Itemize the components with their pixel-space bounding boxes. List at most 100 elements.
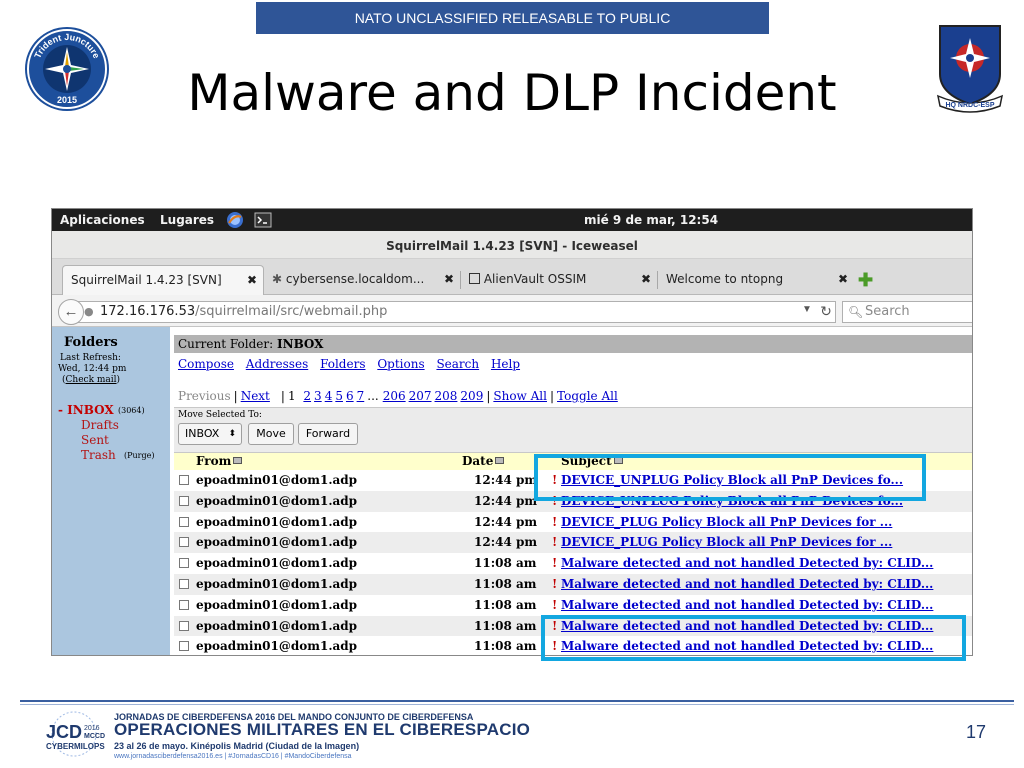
footer-event-dates: 23 al 26 de mayo. Kinépolis Madrid (Ciud… <box>114 741 360 751</box>
url-history-dropdown-icon[interactable]: ▼ <box>802 304 812 315</box>
row-checkbox[interactable] <box>179 495 189 506</box>
nrdc-esp-crest: HQ NRDC-ESP <box>936 25 1004 113</box>
folder-trash[interactable]: Trash <box>81 448 116 462</box>
folder-sent[interactable]: Sent <box>81 433 109 447</box>
pager-page[interactable]: 206 <box>383 389 406 403</box>
url-host: 172.16.176.53 <box>100 304 196 319</box>
forward-button[interactable]: Forward <box>298 423 358 445</box>
tab-alienvault[interactable]: AlienVault OSSIM ✖ <box>461 265 657 295</box>
table-row: epoadmin01@dom1.adp 12:44 pm ! DEVICE_PL… <box>174 532 972 554</box>
row-checkbox[interactable] <box>179 475 189 485</box>
pager-page[interactable]: 5 <box>335 389 343 403</box>
pager-ellipsis: ... <box>367 389 379 403</box>
nav-addresses[interactable]: Addresses <box>246 357 308 371</box>
reload-icon[interactable]: ↻ <box>816 301 836 323</box>
row-subject-link[interactable]: Malware detected and not handled Detecte… <box>561 556 933 570</box>
iceweasel-launcher-icon[interactable] <box>226 211 244 229</box>
priority-flag: ! <box>552 576 558 591</box>
tab-squirrelmail[interactable]: SquirrelMail 1.4.23 [SVN] ✖ <box>62 265 264 295</box>
window-title: SquirrelMail 1.4.23 [SVN] - Iceweasel <box>52 231 972 259</box>
col-date[interactable]: Date <box>462 453 505 470</box>
inbox-count: (3064) <box>118 406 145 415</box>
folders-sidebar: Folders Last Refresh: Wed, 12:44 pm (Che… <box>52 327 170 655</box>
url-bar[interactable]: ● 172.16.176.53/squirrelmail/src/webmail… <box>78 301 836 323</box>
folders-title: Folders <box>64 335 118 350</box>
new-tab-plus-icon[interactable]: ✚ <box>858 271 873 289</box>
row-date: 11:08 am <box>474 639 537 654</box>
pager-page[interactable]: 3 <box>314 389 322 403</box>
nav-options[interactable]: Options <box>377 357 424 371</box>
row-from: epoadmin01@dom1.adp <box>196 535 358 550</box>
pager-page[interactable]: 2 <box>303 389 311 403</box>
jcd-text: JCD <box>46 722 82 742</box>
highlight-box-malware <box>541 615 966 661</box>
row-checkbox[interactable] <box>179 558 189 569</box>
row-from: epoadmin01@dom1.adp <box>196 618 358 633</box>
col-date-label: Date <box>462 454 494 468</box>
system-clock[interactable]: mié 9 de mar, 12:54 <box>584 213 718 227</box>
row-date: 12:44 pm <box>474 514 538 529</box>
pager-next[interactable]: Next <box>241 389 270 403</box>
row-checkbox[interactable] <box>179 599 189 610</box>
jcd-mccd: MCCD <box>84 733 105 740</box>
check-mail-link[interactable]: Check mail <box>66 375 117 385</box>
tab-close-icon[interactable]: ✖ <box>838 265 848 293</box>
row-checkbox[interactable] <box>179 620 189 631</box>
row-subject-link[interactable]: Malware detected and not handled Detecte… <box>561 598 933 612</box>
row-from: epoadmin01@dom1.adp <box>196 556 358 571</box>
pager-page[interactable]: 207 <box>409 389 432 403</box>
slide-title: Malware and DLP Incident <box>187 64 837 122</box>
folder-inbox[interactable]: - INBOX <box>58 403 114 417</box>
footer-rule <box>20 700 1014 702</box>
pager-page[interactable]: 4 <box>325 389 333 403</box>
tab-close-icon[interactable]: ✖ <box>641 265 651 293</box>
row-date: 11:08 am <box>474 576 537 591</box>
nav-compose[interactable]: Compose <box>178 357 234 371</box>
priority-flag: ! <box>552 514 558 529</box>
row-subject-link[interactable]: Malware detected and not handled Detecte… <box>561 577 933 591</box>
last-refresh-label: Last Refresh: <box>60 353 121 363</box>
pager-page[interactable]: 209 <box>460 389 483 403</box>
sort-icon[interactable] <box>233 457 243 464</box>
terminal-launcher-icon[interactable] <box>254 211 272 229</box>
search-box[interactable]: 🔍︎ Search <box>842 301 972 323</box>
pager-page[interactable]: 208 <box>435 389 458 403</box>
row-date: 11:08 am <box>474 556 537 571</box>
move-button[interactable]: Move <box>248 423 294 445</box>
pager-page[interactable]: 7 <box>357 389 365 403</box>
nav-folders[interactable]: Folders <box>320 357 365 371</box>
back-button[interactable]: ← <box>58 299 84 325</box>
tab-cybersense[interactable]: ✱ cybersense.localdom... ✖ <box>264 265 460 295</box>
folder-drafts[interactable]: Drafts <box>81 418 119 432</box>
pager-toggle-all[interactable]: Toggle All <box>557 389 618 403</box>
row-subject-link[interactable]: DEVICE_PLUG Policy Block all PnP Devices… <box>561 535 892 549</box>
row-checkbox[interactable] <box>179 537 189 548</box>
row-checkbox[interactable] <box>179 641 189 652</box>
col-from[interactable]: From <box>196 453 243 470</box>
move-panel: Move Selected To: INBOX ⬍ Move Forward <box>174 407 972 453</box>
pager-show-all[interactable]: Show All <box>493 389 547 403</box>
row-checkbox[interactable] <box>179 516 189 527</box>
row-date: 12:44 pm <box>474 493 538 508</box>
row-subject-link[interactable]: DEVICE_PLUG Policy Block all PnP Devices… <box>561 515 892 529</box>
current-folder-label: Current Folder: <box>178 337 274 351</box>
footer-rule-thin <box>20 704 1014 705</box>
pager-current: 1 <box>287 389 296 403</box>
purge-link[interactable]: (Purge) <box>124 451 154 460</box>
folder-inbox-label: INBOX <box>67 403 114 417</box>
nav-help[interactable]: Help <box>491 357 520 371</box>
tab-close-icon[interactable]: ✖ <box>444 265 454 293</box>
search-placeholder: Search <box>865 304 910 319</box>
row-checkbox[interactable] <box>179 578 189 589</box>
places-menu[interactable]: Lugares <box>160 213 214 227</box>
tab-ntopng[interactable]: Welcome to ntopng ✖ <box>658 265 854 295</box>
tab-close-icon[interactable]: ✖ <box>247 266 257 294</box>
move-target-select[interactable]: INBOX ⬍ <box>178 423 242 445</box>
pager-page[interactable]: 6 <box>346 389 354 403</box>
nav-search[interactable]: Search <box>436 357 479 371</box>
applications-menu[interactable]: Aplicaciones <box>60 213 145 227</box>
mail-nav: Compose Addresses Folders Options Search… <box>178 357 528 371</box>
crest-motto: HQ NRDC-ESP <box>945 102 994 109</box>
tab-label: cybersense.localdom... <box>285 272 425 286</box>
sort-icon[interactable] <box>495 457 505 464</box>
